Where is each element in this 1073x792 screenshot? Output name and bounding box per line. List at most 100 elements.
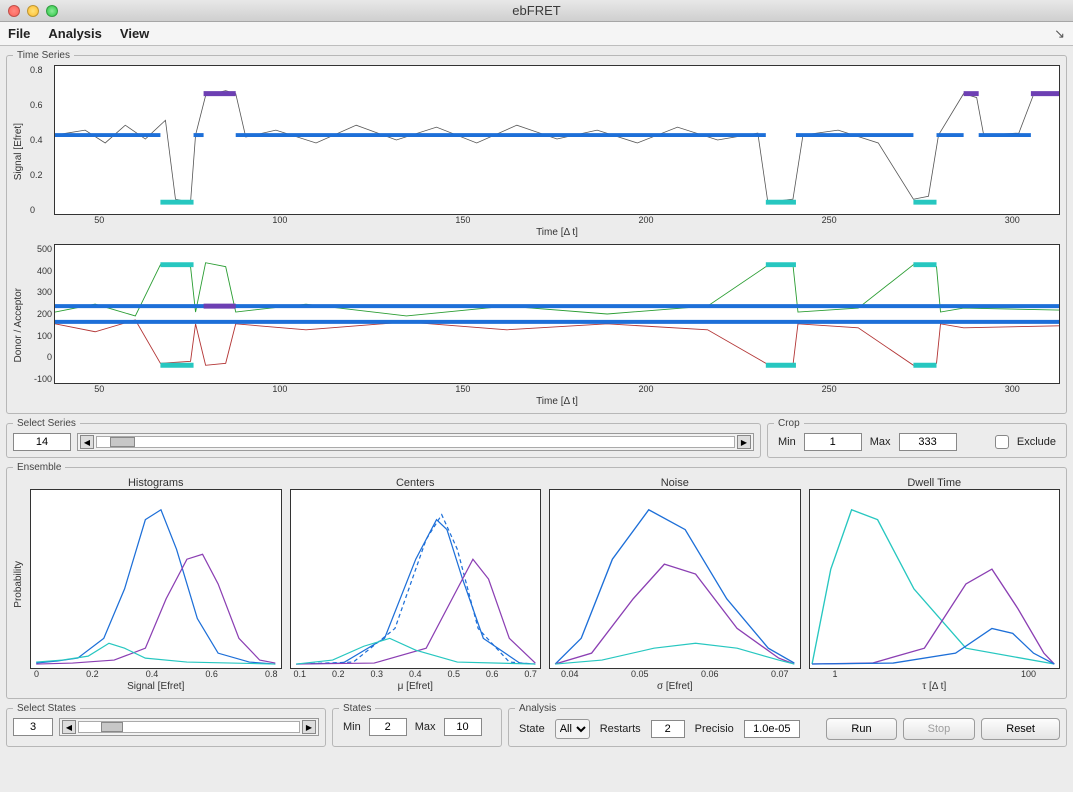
- tick: 0: [24, 352, 52, 362]
- tick: 50: [94, 215, 104, 225]
- close-icon[interactable]: [8, 5, 20, 17]
- tick: 300: [24, 287, 52, 297]
- tick: 250: [822, 384, 837, 394]
- minimize-icon[interactable]: [27, 5, 39, 17]
- ts-bot-ylabel: Donor / Acceptor: [13, 288, 24, 362]
- analysis-state-select[interactable]: All: [555, 719, 590, 739]
- analysis-restarts-label: Restarts: [600, 723, 641, 735]
- panel-states: States Min 2 Max 10: [332, 703, 502, 747]
- tick: 0.2: [30, 170, 43, 180]
- tick: 50: [94, 384, 104, 394]
- tick: 0.06: [701, 669, 719, 679]
- analysis-state-label: State: [519, 723, 545, 735]
- tick: 0.04: [561, 669, 579, 679]
- ensemble-title-histograms: Histograms: [30, 477, 282, 489]
- tick: 0.8: [30, 65, 43, 75]
- ts-top-xlabel: Time [Δ t]: [54, 227, 1060, 238]
- menu-view[interactable]: View: [120, 26, 149, 41]
- panel-time-series-legend: Time Series: [13, 50, 74, 61]
- tick: 0.8: [265, 669, 278, 679]
- panel-time-series: Time Series Signal [Efret] 0 0.2 0.4 0.6…: [6, 50, 1067, 414]
- ensemble-title-centers: Centers: [290, 477, 542, 489]
- menu-analysis[interactable]: Analysis: [48, 26, 101, 41]
- states-min-input[interactable]: 2: [369, 718, 407, 736]
- tick: 0.07: [771, 669, 789, 679]
- tick: 400: [24, 266, 52, 276]
- panel-ensemble: Ensemble Probability Histograms 0 0.2 0.…: [6, 462, 1067, 699]
- zoom-icon[interactable]: [46, 5, 58, 17]
- series-index-input[interactable]: 14: [13, 433, 71, 451]
- time-series-top-chart: [54, 65, 1060, 215]
- tick: 300: [1005, 215, 1020, 225]
- run-button[interactable]: Run: [826, 718, 896, 740]
- analysis-precision-label: Precisio: [695, 723, 734, 735]
- panel-select-states: Select States 3 ◀ ▶: [6, 703, 326, 747]
- tick: 0: [34, 669, 39, 679]
- states-scrollbar[interactable]: ◀ ▶: [59, 718, 319, 736]
- tick: 200: [639, 215, 654, 225]
- ensemble-title-noise: Noise: [549, 477, 801, 489]
- crop-max-label: Max: [870, 436, 891, 448]
- tick: 500: [24, 244, 52, 254]
- menu-file[interactable]: File: [8, 26, 30, 41]
- tick: 0.2: [332, 669, 345, 679]
- tick: 1: [833, 669, 838, 679]
- panel-crop: Crop Min 1 Max 333 Exclude: [767, 418, 1067, 458]
- ensemble-dwell-chart: [809, 489, 1061, 669]
- ensemble-noise-chart: [549, 489, 801, 669]
- ensemble-xlabel-3: τ [Δ t]: [809, 681, 1061, 692]
- exclude-checkbox[interactable]: [995, 435, 1009, 449]
- crop-min-input[interactable]: 1: [804, 433, 862, 451]
- crop-max-input[interactable]: 333: [899, 433, 957, 451]
- tick: 0.6: [486, 669, 499, 679]
- ensemble-title-dwell: Dwell Time: [809, 477, 1061, 489]
- tick: 0.05: [631, 669, 649, 679]
- ensemble-ylabel: Probability: [13, 561, 24, 608]
- tick: 300: [1005, 384, 1020, 394]
- scroll-left-icon[interactable]: ◀: [62, 720, 76, 734]
- scroll-left-icon[interactable]: ◀: [80, 435, 94, 449]
- series-scrollbar[interactable]: ◀ ▶: [77, 433, 754, 451]
- panel-select-series-legend: Select Series: [13, 418, 80, 429]
- exclude-label: Exclude: [1017, 436, 1056, 448]
- states-index-input[interactable]: 3: [13, 718, 53, 736]
- tick: 0.1: [294, 669, 307, 679]
- tick: 0.4: [30, 135, 43, 145]
- tick: 150: [455, 384, 470, 394]
- ts-top-ylabel: Signal [Efret]: [13, 123, 24, 180]
- tick: 0.3: [370, 669, 383, 679]
- tick: -100: [24, 374, 52, 384]
- tick: 200: [639, 384, 654, 394]
- ensemble-xlabel-1: μ [Efret]: [290, 681, 542, 692]
- scroll-right-icon[interactable]: ▶: [737, 435, 751, 449]
- ensemble-histograms-chart: [30, 489, 282, 669]
- menubar: File Analysis View ↘: [0, 22, 1073, 46]
- tick: 100: [24, 331, 52, 341]
- tick: 250: [822, 215, 837, 225]
- tick: 100: [272, 384, 287, 394]
- states-min-label: Min: [343, 721, 361, 733]
- traffic-lights: [8, 5, 58, 17]
- panel-select-states-legend: Select States: [13, 703, 80, 714]
- menu-overflow-icon[interactable]: ↘: [1054, 26, 1065, 42]
- titlebar: ebFRET: [0, 0, 1073, 22]
- ensemble-xlabel-2: σ [Efret]: [549, 681, 801, 692]
- stop-button[interactable]: Stop: [903, 718, 976, 740]
- panel-select-series: Select Series 14 ◀ ▶: [6, 418, 761, 458]
- tick: 100: [272, 215, 287, 225]
- reset-button[interactable]: Reset: [981, 718, 1060, 740]
- tick: 0.6: [30, 100, 43, 110]
- states-max-input[interactable]: 10: [444, 718, 482, 736]
- states-max-label: Max: [415, 721, 436, 733]
- tick: 0.5: [447, 669, 460, 679]
- crop-min-label: Min: [778, 436, 796, 448]
- tick: 150: [455, 215, 470, 225]
- panel-ensemble-legend: Ensemble: [13, 462, 65, 473]
- panel-analysis: Analysis State All Restarts 2 Precisio 1…: [508, 703, 1067, 747]
- scroll-right-icon[interactable]: ▶: [302, 720, 316, 734]
- ensemble-xlabel-0: Signal [Efret]: [30, 681, 282, 692]
- ensemble-centers-chart: [290, 489, 542, 669]
- analysis-restarts-input[interactable]: 2: [651, 720, 685, 738]
- tick: 100: [1021, 669, 1036, 679]
- analysis-precision-input[interactable]: 1.0e-05: [744, 720, 800, 738]
